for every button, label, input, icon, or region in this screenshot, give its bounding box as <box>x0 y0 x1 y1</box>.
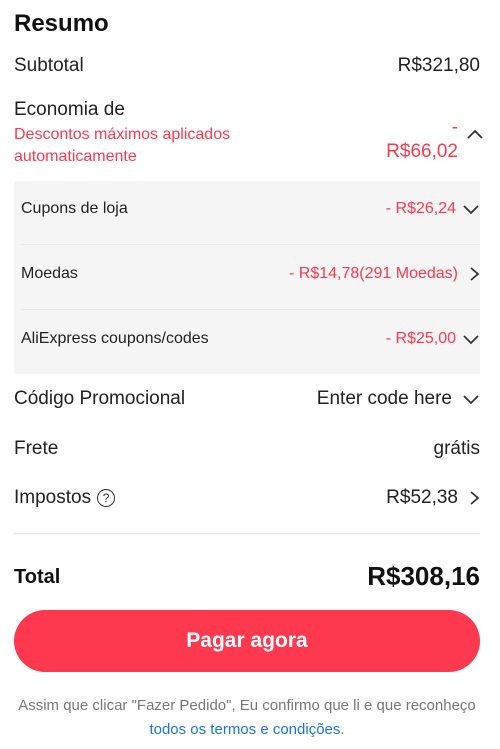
discount-value: - R$14,78(291 Moedas) <box>289 265 458 282</box>
chevron-up-icon[interactable] <box>466 128 484 140</box>
divider <box>21 244 480 245</box>
divider <box>14 533 480 534</box>
terms-end: . <box>340 721 345 738</box>
tax-value: R$52,38 <box>386 487 458 508</box>
pay-now-button[interactable]: Pagar agora <box>14 610 480 672</box>
help-icon[interactable]: ? <box>97 489 116 507</box>
discount-value: - R$25,00 <box>385 330 456 347</box>
promo-code-input[interactable]: Enter code here <box>317 388 452 410</box>
discount-label: Cupons de loja <box>21 200 128 217</box>
savings-value-sign: - <box>451 117 458 138</box>
terms-text: Assim que clicar "Fazer Pedido", Eu conf… <box>18 697 476 714</box>
discount-row-coins[interactable]: Moedas - R$14,78(291 Moedas) <box>21 265 480 283</box>
total-label: Total <box>14 566 61 588</box>
discount-row-store-coupons[interactable]: Cupons de loja - R$26,24 <box>21 200 480 218</box>
savings-value-amount: R$66,02 <box>386 141 458 162</box>
discount-label: AliExpress coupons/codes <box>21 330 209 347</box>
chevron-right-icon[interactable] <box>468 490 480 506</box>
tax-row[interactable]: Impostos ? R$52,38 <box>14 487 480 509</box>
promo-code-label: Código Promocional <box>14 388 186 409</box>
savings-value: - R$66,02 <box>386 116 458 164</box>
savings-description: Descontos máximos aplicados automaticame… <box>14 126 231 165</box>
promo-code-row[interactable]: Código Promocional Enter code here <box>14 388 480 410</box>
subtotal-label: Subtotal <box>14 55 84 76</box>
subtotal-value: R$321,80 <box>397 55 480 76</box>
summary-title: Resumo <box>14 10 109 37</box>
chevron-down-icon[interactable] <box>462 393 480 405</box>
total-value: R$308,16 <box>367 561 480 591</box>
shipping-row: Frete grátis <box>14 438 480 460</box>
discount-label: Moedas <box>21 265 78 282</box>
discount-row-aliexpress-coupons[interactable]: AliExpress coupons/codes - R$25,00 <box>21 330 480 348</box>
divider <box>21 309 480 310</box>
chevron-down-icon[interactable] <box>462 203 480 215</box>
shipping-label: Frete <box>14 438 59 459</box>
terms-link[interactable]: todos os termos e condições <box>149 721 340 738</box>
chevron-right-icon[interactable] <box>468 266 480 282</box>
subtotal-row: Subtotal R$321,80 <box>14 55 480 77</box>
tax-label: Impostos <box>14 487 92 508</box>
savings-label: Economia de <box>14 99 125 120</box>
chevron-down-icon[interactable] <box>462 333 480 345</box>
discount-value: - R$26,24 <box>385 200 456 217</box>
shipping-value: grátis <box>433 438 480 459</box>
terms-notice: Assim que clicar "Fazer Pedido", Eu conf… <box>14 694 480 742</box>
